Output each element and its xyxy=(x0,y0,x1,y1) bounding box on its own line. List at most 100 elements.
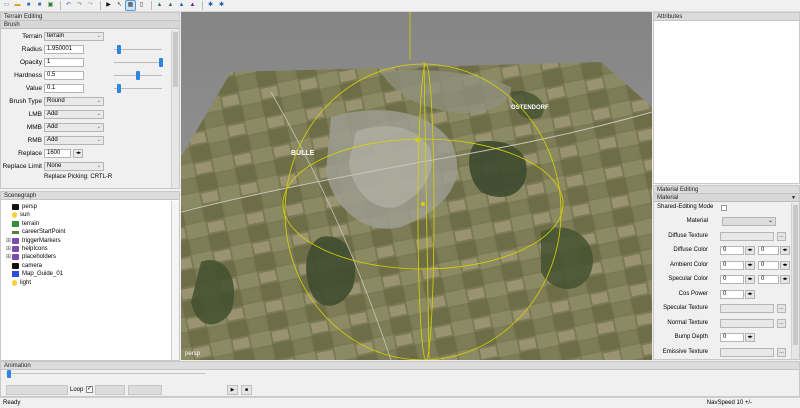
opacity-input[interactable]: 1 xyxy=(44,58,84,67)
loop-checkbox[interactable]: ✓ xyxy=(86,386,93,393)
value-spinner[interactable]: ◂▸ xyxy=(745,333,755,342)
animation-field[interactable] xyxy=(6,385,68,395)
select-tool-icon[interactable]: ▦ xyxy=(125,0,136,11)
animation-start-field[interactable] xyxy=(95,385,125,395)
number-field[interactable]: 0 xyxy=(720,333,744,342)
animation-end-field[interactable] xyxy=(128,385,162,395)
brush-type-select[interactable]: Round ⌄ xyxy=(44,97,104,106)
radius-slider[interactable] xyxy=(114,49,162,50)
scenegraph-item[interactable]: light xyxy=(6,279,31,287)
opacity-slider-knob[interactable] xyxy=(159,58,163,67)
stop-button[interactable]: ■ xyxy=(241,385,252,395)
scenegraph-item[interactable]: ⊞ triggerMarkers xyxy=(6,237,61,245)
terrain-tool-icon[interactable]: ▲ xyxy=(155,1,164,10)
replace-input[interactable]: 1600 xyxy=(44,149,71,158)
browse-button[interactable]: … xyxy=(777,304,786,313)
scenegraph-item[interactable]: sun xyxy=(6,211,30,219)
scenegraph-item-label: terrain xyxy=(22,220,40,227)
scrollbar-thumb[interactable] xyxy=(793,205,798,345)
scenegraph-scrollbar[interactable] xyxy=(171,201,179,360)
scenegraph-item[interactable]: camera xyxy=(6,262,42,270)
value-spinner[interactable]: ◂▸ xyxy=(745,246,755,255)
scenegraph-item[interactable]: ⊞ placeholders xyxy=(6,253,56,261)
export-icon[interactable]: ▣ xyxy=(46,1,55,10)
timeline-track[interactable] xyxy=(6,373,206,374)
redo-icon[interactable]: ↷ xyxy=(75,1,84,10)
texture-field[interactable] xyxy=(720,318,774,328)
shared-editing-label: Shared-Editing Mode xyxy=(657,204,714,210)
color-field-r[interactable]: 0 xyxy=(720,260,744,270)
scenegraph-item[interactable]: ⊞ helpIcons xyxy=(6,245,48,253)
group-icon xyxy=(12,254,19,261)
material-section-header[interactable]: Material ▼ xyxy=(654,194,799,202)
value-spinner[interactable]: ◂▸ xyxy=(745,289,755,299)
replace-limit-select[interactable]: None ⌄ xyxy=(44,162,104,171)
color-field-g[interactable]: 0 xyxy=(758,260,779,270)
new-file-icon[interactable]: ▭ xyxy=(2,1,11,10)
value-slider-knob[interactable] xyxy=(116,84,121,93)
scenegraph-item[interactable]: careerStartPoint xyxy=(6,228,65,236)
hardness-slider-knob[interactable] xyxy=(135,71,140,80)
color-field-g[interactable]: 0 xyxy=(758,246,779,255)
open-folder-icon[interactable]: ▬ xyxy=(13,1,22,10)
scenegraph-item-label: helpIcons xyxy=(22,246,48,252)
material-select[interactable]: ⌄ xyxy=(722,217,776,226)
pause-icon[interactable]: ▯ xyxy=(137,1,146,10)
brush-section-header[interactable]: Brush xyxy=(1,21,179,29)
hardness-input[interactable]: 0.5 xyxy=(44,71,84,80)
lmb-select[interactable]: Add ⌄ xyxy=(44,110,104,119)
texture-field[interactable] xyxy=(720,304,774,313)
scenegraph-item[interactable]: terrain xyxy=(6,220,39,228)
terrain-editing-scrollbar[interactable] xyxy=(171,30,179,188)
opacity-slider[interactable] xyxy=(114,62,162,63)
browse-button[interactable]: … xyxy=(777,318,786,328)
terrain-paint-icon[interactable]: ▲ xyxy=(166,1,175,10)
value-spinner[interactable]: ◂▸ xyxy=(780,260,790,270)
browse-button[interactable]: … xyxy=(777,347,786,357)
color-field-r[interactable]: 0 xyxy=(720,275,744,284)
place-label-ostendorf: OSTENDORF xyxy=(511,105,549,111)
undo-icon[interactable]: ↶ xyxy=(64,1,73,10)
gizmo-center xyxy=(420,201,425,206)
color-field-r[interactable]: 0 xyxy=(720,246,744,255)
settings-gear-icon[interactable]: ✱ xyxy=(206,1,215,10)
network-icon[interactable]: ✱ xyxy=(217,1,226,10)
terrain-select[interactable]: terrain ⌄ xyxy=(44,32,104,41)
opacity-row: Opacity 1 xyxy=(1,56,169,69)
scenegraph-item[interactable]: Map_Guide_01 xyxy=(6,270,63,278)
timeline-knob[interactable] xyxy=(7,370,11,378)
value-spinner[interactable]: ◂▸ xyxy=(780,275,790,284)
terrain-flatten-icon[interactable]: ▲ xyxy=(188,1,197,10)
mmb-select[interactable]: Add ⌄ xyxy=(44,123,104,132)
value-input[interactable]: 0.1 xyxy=(44,84,84,93)
play-icon[interactable]: ▶ xyxy=(104,1,113,10)
group-icon xyxy=(12,246,19,252)
radius-slider-knob[interactable] xyxy=(116,45,121,54)
replace-spinner[interactable]: ◂▸ xyxy=(73,149,83,158)
radius-input[interactable]: 1.950001 xyxy=(44,45,84,54)
pointer-icon[interactable]: ↖ xyxy=(115,1,124,10)
browse-button[interactable]: … xyxy=(777,231,786,241)
shared-editing-checkbox[interactable] xyxy=(721,205,727,211)
play-button[interactable]: ▶ xyxy=(227,385,238,395)
value-slider[interactable] xyxy=(114,88,162,89)
redo-disabled-icon[interactable]: ↷ xyxy=(86,1,95,10)
rmb-select[interactable]: Add ⌄ xyxy=(44,136,104,145)
save-as-icon[interactable]: ■ xyxy=(35,1,44,10)
texture-field[interactable] xyxy=(720,347,774,357)
scenegraph-item[interactable]: persp xyxy=(6,203,37,211)
scrollbar-thumb[interactable] xyxy=(173,32,178,87)
camera-icon xyxy=(12,262,19,269)
3d-viewport[interactable]: BULLE OSTENDORF persp xyxy=(181,12,652,360)
value-spinner[interactable]: ◂▸ xyxy=(745,275,755,284)
value-spinner[interactable]: ◂▸ xyxy=(745,260,755,270)
save-icon[interactable]: ■ xyxy=(24,1,33,10)
terrain-raise-icon[interactable]: ▲ xyxy=(177,1,186,10)
number-field[interactable]: 0 xyxy=(720,289,744,299)
material-scrollbar[interactable] xyxy=(791,203,799,359)
material-row: Bump Depth 0 ◂▸ xyxy=(654,330,792,345)
color-field-g[interactable]: 0 xyxy=(758,275,779,284)
replace-picking-hint: Replace Picking: CRTL-R xyxy=(44,174,113,180)
texture-field[interactable] xyxy=(720,231,774,241)
value-spinner[interactable]: ◂▸ xyxy=(780,246,790,255)
